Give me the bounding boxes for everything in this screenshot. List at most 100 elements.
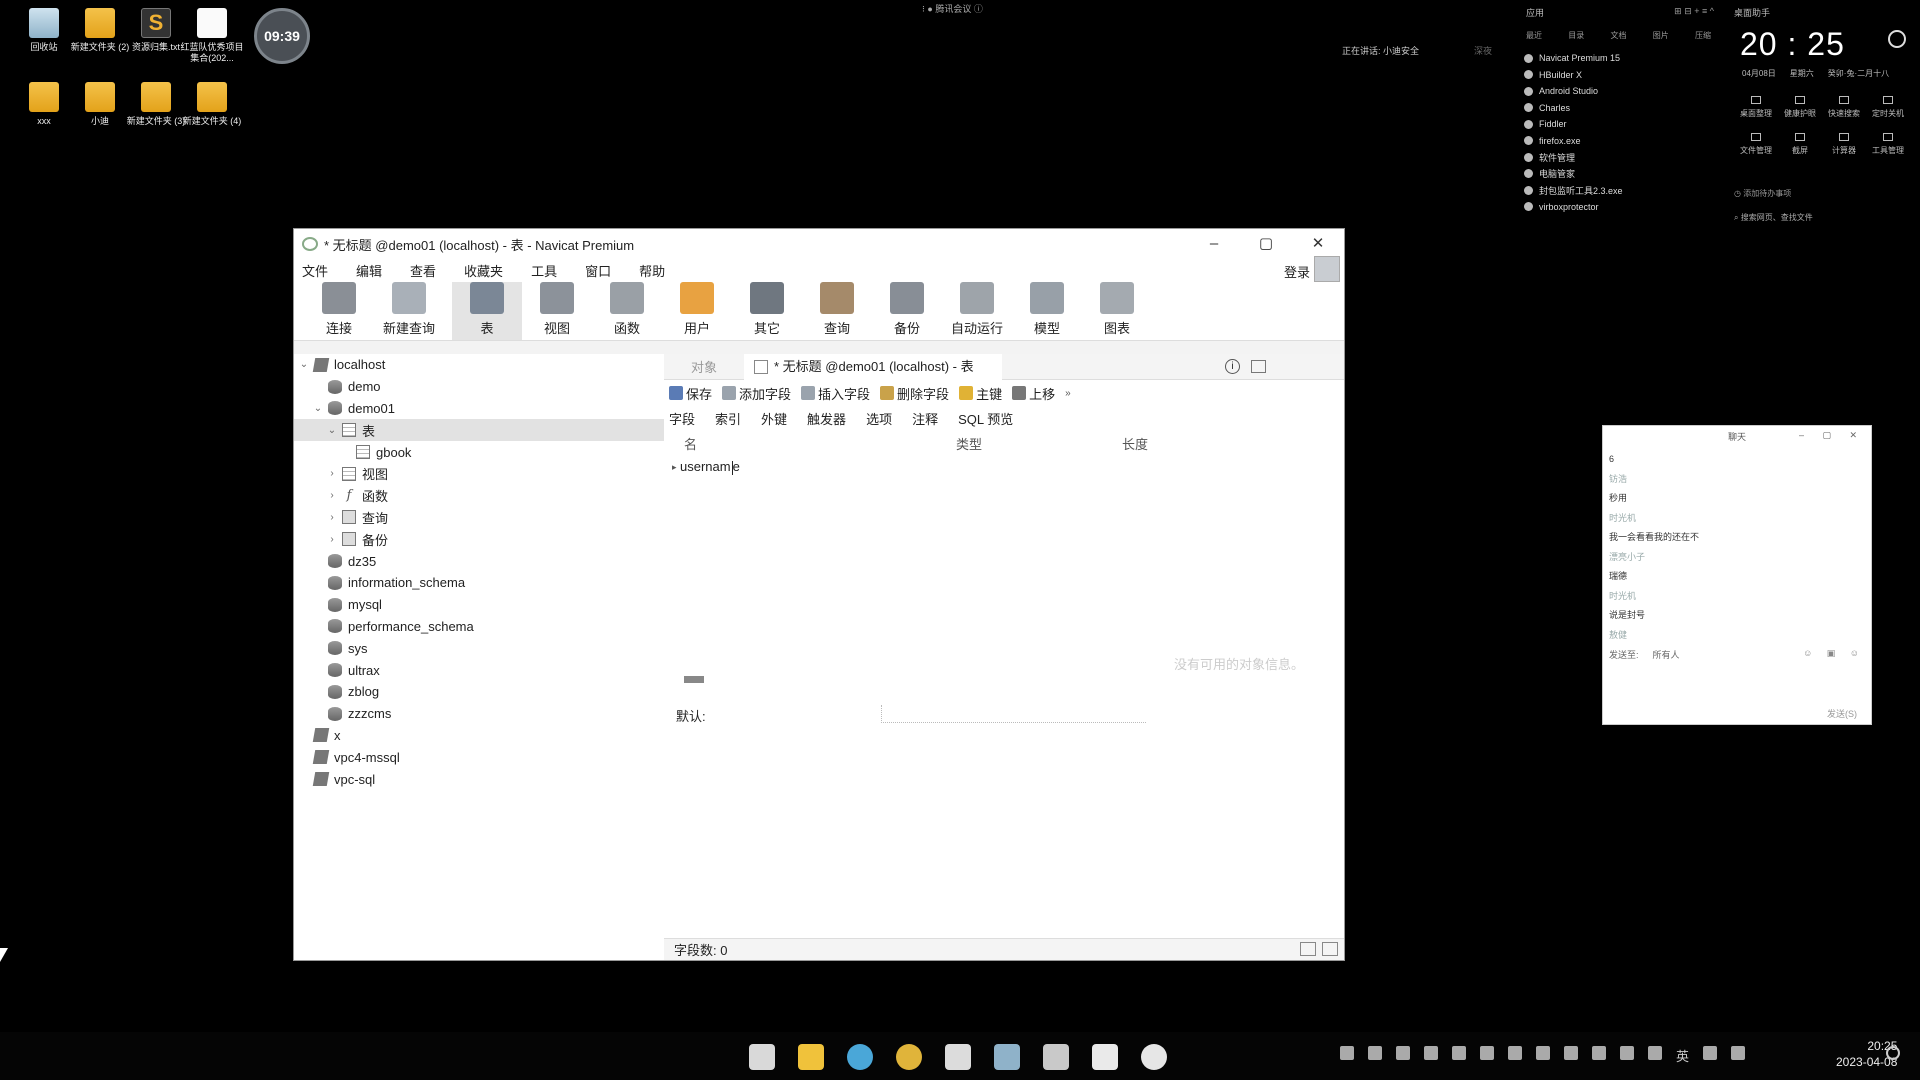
- tree-node[interactable]: zzzcms: [294, 703, 664, 725]
- todo-link[interactable]: ◷ 添加待办事项: [1734, 188, 1791, 199]
- tool-item[interactable]: 桌面整理: [1734, 96, 1778, 119]
- tree-node[interactable]: › 查询: [294, 507, 664, 529]
- tray-usb-icon[interactable]: [1620, 1046, 1634, 1060]
- designer-subtab[interactable]: 字段: [669, 409, 695, 428]
- tree-node[interactable]: gbook: [294, 441, 664, 463]
- taskbar-app[interactable]: [1038, 1040, 1074, 1074]
- apps-tab[interactable]: 最近: [1526, 30, 1542, 41]
- tray-mic-icon[interactable]: [1648, 1046, 1662, 1060]
- toolbar-button[interactable]: 模型: [1012, 282, 1082, 340]
- designer-action[interactable]: 插入字段: [801, 384, 870, 403]
- search-files-link[interactable]: ⌕ 搜索网页、查找文件: [1734, 212, 1813, 223]
- pane-splitter[interactable]: [684, 676, 704, 683]
- tree-node[interactable]: ⌄ demo01: [294, 398, 664, 420]
- designer-action[interactable]: 添加字段: [722, 384, 791, 403]
- user-avatar[interactable]: [1314, 256, 1340, 282]
- designer-subtab[interactable]: 注释: [912, 409, 938, 428]
- desktop-icon[interactable]: 红蓝队优秀项目集合(202...: [180, 8, 244, 64]
- tree-node[interactable]: demo: [294, 376, 664, 398]
- tree-node[interactable]: ultrax: [294, 659, 664, 681]
- grid-view-icon[interactable]: [1300, 942, 1316, 956]
- chevron-icon[interactable]: ⌄: [312, 403, 324, 414]
- app-list-item[interactable]: 封包监听工具2.3.exe: [1524, 182, 1623, 199]
- tray-star-icon[interactable]: [1452, 1046, 1466, 1060]
- menu-item[interactable]: 工具: [523, 261, 565, 280]
- desktop-icon[interactable]: 新建文件夹 (4): [180, 82, 244, 127]
- tree-node[interactable]: › 视图: [294, 463, 664, 485]
- tray-monitor-icon[interactable]: [1508, 1046, 1522, 1060]
- designer-action[interactable]: 主键: [959, 384, 1002, 403]
- menu-item[interactable]: 查看: [402, 261, 444, 280]
- chat-window-controls[interactable]: – ▢ ✕: [1799, 430, 1865, 441]
- designer-subtab[interactable]: 选项: [866, 409, 892, 428]
- field-row[interactable]: ▸ usernam e: [664, 456, 1344, 478]
- send-to[interactable]: 发送至: 所有人: [1609, 648, 1680, 661]
- app-list-item[interactable]: 软件管理: [1524, 149, 1623, 166]
- app-list-item[interactable]: Navicat Premium 15: [1524, 50, 1623, 67]
- app-list-item[interactable]: 电脑管家: [1524, 166, 1623, 183]
- tool-item[interactable]: 定时关机: [1866, 96, 1910, 119]
- menu-item[interactable]: 收藏夹: [456, 261, 511, 280]
- tree-node[interactable]: dz35: [294, 550, 664, 572]
- brightness-icon[interactable]: [1888, 30, 1906, 48]
- app-list-item[interactable]: HBuilder X: [1524, 67, 1623, 84]
- ddl-icon[interactable]: [1251, 360, 1266, 373]
- tree-node[interactable]: information_schema: [294, 572, 664, 594]
- tree-node[interactable]: › f 函数: [294, 485, 664, 507]
- desktop-icon[interactable]: 新建文件夹 (3): [124, 82, 188, 127]
- tree-node[interactable]: › 备份: [294, 528, 664, 550]
- app-list-item[interactable]: Charles: [1524, 100, 1623, 117]
- input-language[interactable]: 英: [1676, 1046, 1689, 1064]
- tool-item[interactable]: 快速搜索: [1822, 96, 1866, 119]
- tree-node[interactable]: performance_schema: [294, 616, 664, 638]
- toolbar-button[interactable]: 视图: [522, 282, 592, 340]
- menu-item[interactable]: 帮助: [631, 261, 673, 280]
- default-input[interactable]: [881, 705, 1146, 723]
- apps-tab[interactable]: 文档: [1611, 30, 1627, 41]
- meeting-indicator[interactable]: ⁝ ● 腾讯会议 ⓘ: [922, 2, 983, 15]
- designer-subtab[interactable]: SQL 预览: [958, 409, 1013, 428]
- more-actions-icon[interactable]: »: [1065, 388, 1071, 399]
- taskbar-app[interactable]: [842, 1040, 878, 1074]
- tray-cloud-icon[interactable]: [1340, 1046, 1354, 1060]
- tree-node[interactable]: ⌄ localhost: [294, 354, 664, 376]
- tray-cube-icon[interactable]: [1480, 1046, 1494, 1060]
- form-view-icon[interactable]: [1322, 942, 1338, 956]
- toolbar-button[interactable]: 函数: [592, 282, 662, 340]
- tray-windows-icon[interactable]: [1592, 1046, 1606, 1060]
- tree-node[interactable]: mysql: [294, 594, 664, 616]
- tool-item[interactable]: 截屏: [1778, 133, 1822, 156]
- chevron-icon[interactable]: ›: [326, 490, 338, 501]
- tree-node[interactable]: x: [294, 725, 664, 747]
- chevron-icon[interactable]: ›: [326, 468, 338, 479]
- tree-node[interactable]: sys: [294, 637, 664, 659]
- taskbar-app[interactable]: [793, 1040, 829, 1074]
- desktop-icon[interactable]: 回收站: [12, 8, 76, 53]
- minimize-button[interactable]: –: [1188, 229, 1240, 259]
- app-list-item[interactable]: firefox.exe: [1524, 133, 1623, 150]
- tool-item[interactable]: 文件管理: [1734, 133, 1778, 156]
- login-button[interactable]: 登录: [1284, 262, 1310, 281]
- taskbar-app[interactable]: [989, 1040, 1025, 1074]
- designer-action[interactable]: 上移: [1012, 384, 1055, 403]
- taskbar-app[interactable]: [1136, 1040, 1172, 1074]
- toolbar-button[interactable]: 用户: [662, 282, 732, 340]
- taskbar-app[interactable]: [940, 1040, 976, 1074]
- menu-item[interactable]: 窗口: [577, 261, 619, 280]
- designer-subtab[interactable]: 触发器: [807, 409, 846, 428]
- chat-tools[interactable]: ☺ ▣ ☺: [1803, 648, 1865, 659]
- chevron-icon[interactable]: ⌄: [298, 359, 310, 370]
- tray-volume-icon[interactable]: [1731, 1046, 1746, 1060]
- designer-action[interactable]: 保存: [669, 384, 712, 403]
- field-name-input[interactable]: usernam e: [680, 459, 740, 475]
- toolbar-button[interactable]: 自动运行: [942, 282, 1012, 340]
- send-button[interactable]: 发送(S): [1827, 707, 1857, 720]
- apps-tab[interactable]: 压缩: [1695, 30, 1711, 41]
- tree-node[interactable]: ⌄ 表: [294, 419, 664, 442]
- maximize-button[interactable]: ▢: [1240, 229, 1292, 259]
- toolbar-button[interactable]: 备份: [872, 282, 942, 340]
- desktop-icon[interactable]: 新建文件夹 (2): [68, 8, 132, 53]
- apps-tab[interactable]: 图片: [1653, 30, 1669, 41]
- toolbar-button[interactable]: 连接: [304, 282, 374, 340]
- tree-node[interactable]: zblog: [294, 681, 664, 703]
